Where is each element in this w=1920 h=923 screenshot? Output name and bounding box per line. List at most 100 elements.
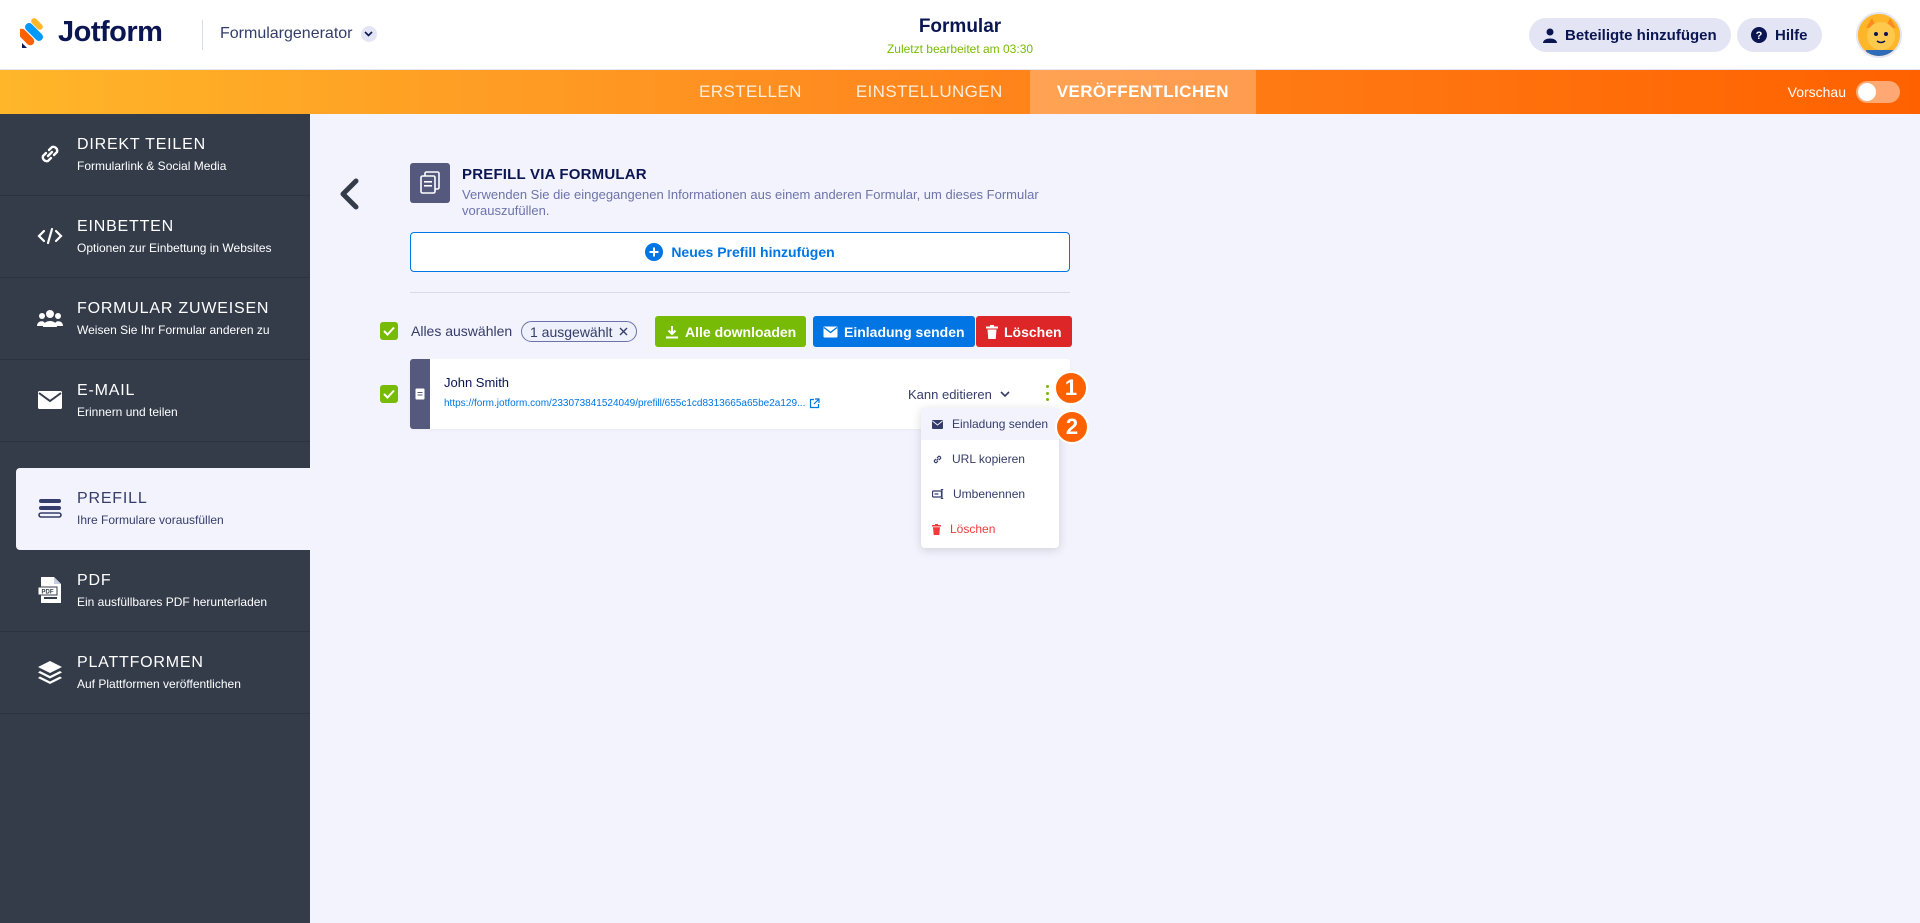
row-context-menu: Einladung senden URL kopieren Umbenennen… bbox=[921, 408, 1059, 548]
form-builder-switcher[interactable]: Formulargenerator bbox=[220, 25, 377, 43]
step-badge: 1 bbox=[1054, 371, 1088, 405]
plus-circle-icon bbox=[645, 243, 664, 261]
row-form-strip bbox=[410, 359, 430, 429]
sidebar-item-title: DIREKT TEILEN bbox=[77, 136, 206, 153]
send-invite-label: Einladung senden bbox=[844, 323, 965, 340]
more-options-icon[interactable] bbox=[1042, 382, 1052, 404]
check-icon bbox=[383, 389, 395, 399]
sidebar-item-title: PLATTFORMEN bbox=[77, 654, 204, 671]
sidebar-item-quick-share[interactable]: DIREKT TEILEN Formularlink & Social Medi… bbox=[0, 114, 310, 196]
jotform-logo-icon bbox=[17, 17, 50, 49]
sidebar-item-email[interactable]: E-MAIL Erinnern und teilen bbox=[0, 360, 310, 442]
jotform-logo[interactable]: Jotform bbox=[17, 16, 163, 49]
selected-count-label: 1 ausgewählt bbox=[530, 323, 613, 340]
add-participants-button[interactable]: Beteiligte hinzufügen bbox=[1529, 18, 1731, 52]
section-description: Verwenden Sie die eingegangenen Informat… bbox=[462, 187, 1039, 218]
menu-item-send-invite[interactable]: Einladung senden bbox=[921, 408, 1059, 440]
sidebar-item-title: E-MAIL bbox=[77, 382, 136, 399]
permission-dropdown[interactable]: Kann editieren bbox=[908, 387, 1010, 402]
send-invite-button[interactable]: Einladung senden bbox=[813, 316, 975, 347]
trash-icon bbox=[932, 523, 941, 535]
sidebar-item-subtitle: Formularlink & Social Media bbox=[77, 159, 227, 173]
link-icon bbox=[933, 455, 942, 463]
delete-label: Löschen bbox=[1004, 323, 1062, 340]
sidebar-item-subtitle: Erinnern und teilen bbox=[77, 405, 178, 419]
user-icon bbox=[1543, 28, 1557, 43]
sidebar-item-subtitle: Auf Plattformen veröffentlichen bbox=[77, 677, 241, 691]
tab-publish[interactable]: VERÖFFENTLICHEN bbox=[1029, 70, 1256, 114]
sidebar-item-pdf[interactable]: PDF PDF Ein ausfüllbares PDF herunterlad… bbox=[0, 550, 310, 632]
prefill-name: John Smith bbox=[444, 375, 510, 390]
avatar[interactable] bbox=[1856, 12, 1902, 58]
sidebar-item-title: FORMULAR ZUWEISEN bbox=[77, 300, 270, 317]
chevron-down-icon bbox=[360, 26, 377, 42]
selected-count-chip: 1 ausgewählt bbox=[521, 321, 637, 342]
sidebar-item-subtitle: Optionen zur Einbettung in Websites bbox=[77, 241, 272, 255]
sidebar-item-subtitle: Ihre Formulare vorausfüllen bbox=[77, 513, 224, 527]
users-icon bbox=[36, 304, 64, 332]
prefill-url-text: https://form.jotform.com/233073841524049… bbox=[444, 398, 806, 409]
publish-sidebar: DIREKT TEILEN Formularlink & Social Medi… bbox=[0, 114, 310, 923]
download-all-label: Alle downloaden bbox=[685, 323, 797, 340]
add-participants-label: Beteiligte hinzufügen bbox=[1565, 26, 1717, 44]
help-icon: ? bbox=[1751, 27, 1767, 43]
menu-item-delete[interactable]: Löschen bbox=[921, 513, 1059, 545]
sidebar-item-embed[interactable]: EINBETTEN Optionen zur Einbettung in Web… bbox=[0, 196, 310, 278]
sidebar-item-assign-form[interactable]: FORMULAR ZUWEISEN Weisen Sie Ihr Formula… bbox=[0, 278, 310, 360]
sidebar-item-title: PDF bbox=[77, 572, 112, 589]
form-builder-label: Formulargenerator bbox=[220, 25, 353, 42]
menu-item-copy-url[interactable]: URL kopieren bbox=[921, 443, 1059, 475]
builder-tabs: ERSTELLEN EINSTELLUNGEN VERÖFFENTLICHEN bbox=[672, 70, 1256, 114]
tab-settings[interactable]: EINSTELLUNGEN bbox=[829, 70, 1030, 114]
delete-button[interactable]: Löschen bbox=[976, 316, 1072, 347]
download-icon bbox=[666, 325, 678, 338]
prefill-icon bbox=[36, 494, 64, 522]
back-arrow-icon[interactable] bbox=[338, 178, 360, 210]
builder-navbar: ERSTELLEN EINSTELLUNGEN VERÖFFENTLICHEN … bbox=[0, 70, 1920, 114]
link-icon bbox=[36, 140, 64, 168]
sidebar-item-title: PREFILL bbox=[77, 490, 148, 507]
mail-icon bbox=[36, 386, 64, 414]
close-icon[interactable] bbox=[619, 327, 628, 336]
preview-label: Vorschau bbox=[1787, 84, 1846, 100]
section-divider bbox=[410, 292, 1070, 293]
header-divider bbox=[202, 20, 203, 50]
sidebar-item-subtitle: Weisen Sie Ihr Formular anderen zu bbox=[77, 323, 270, 337]
prefill-url-link[interactable]: https://form.jotform.com/233073841524049… bbox=[444, 398, 820, 409]
pdf-icon: PDF bbox=[36, 576, 64, 604]
sidebar-item-subtitle: Ein ausfüllbares PDF herunterladen bbox=[77, 595, 268, 609]
svg-text:?: ? bbox=[1756, 30, 1763, 42]
layers-icon bbox=[36, 658, 64, 686]
code-icon bbox=[36, 222, 64, 250]
sidebar-item-prefill[interactable]: PREFILL Ihre Formulare vorausfüllen bbox=[16, 468, 310, 550]
select-all-checkbox[interactable] bbox=[380, 322, 398, 340]
tab-create[interactable]: ERSTELLEN bbox=[672, 70, 829, 114]
menu-item-label: Löschen bbox=[950, 522, 996, 536]
trash-icon bbox=[986, 324, 998, 339]
mail-icon bbox=[823, 326, 838, 337]
prefill-form-icon bbox=[410, 163, 450, 203]
external-link-icon bbox=[810, 398, 820, 409]
sidebar-item-platforms[interactable]: PLATTFORMEN Auf Plattformen veröffentlic… bbox=[0, 632, 310, 714]
menu-item-label: Einladung senden bbox=[952, 417, 1049, 431]
chevron-down-icon bbox=[1000, 391, 1010, 398]
svg-text:PDF: PDF bbox=[42, 590, 54, 596]
download-all-button[interactable]: Alle downloaden bbox=[655, 316, 807, 347]
add-prefill-button[interactable]: Neues Prefill hinzufügen bbox=[410, 232, 1070, 272]
preview-toggle[interactable] bbox=[1856, 81, 1900, 103]
preview-toggle-area: Vorschau bbox=[1788, 81, 1900, 103]
select-all-label: Alles auswählen bbox=[411, 323, 513, 339]
top-header: Jotform Formulargenerator Formular Zulet… bbox=[0, 0, 1920, 70]
help-label: Hilfe bbox=[1775, 26, 1808, 44]
row-checkbox[interactable] bbox=[380, 385, 398, 403]
permission-label: Kann editieren bbox=[908, 387, 992, 402]
menu-item-label: URL kopieren bbox=[952, 452, 1025, 466]
rename-icon bbox=[932, 489, 944, 499]
sidebar-item-title: EINBETTEN bbox=[77, 218, 174, 235]
step-badge: 2 bbox=[1055, 410, 1089, 444]
help-button[interactable]: ? Hilfe bbox=[1737, 18, 1822, 52]
check-icon bbox=[383, 326, 395, 336]
menu-item-rename[interactable]: Umbenennen bbox=[921, 478, 1059, 510]
mail-icon bbox=[932, 419, 943, 429]
menu-item-label: Umbenennen bbox=[953, 487, 1026, 501]
